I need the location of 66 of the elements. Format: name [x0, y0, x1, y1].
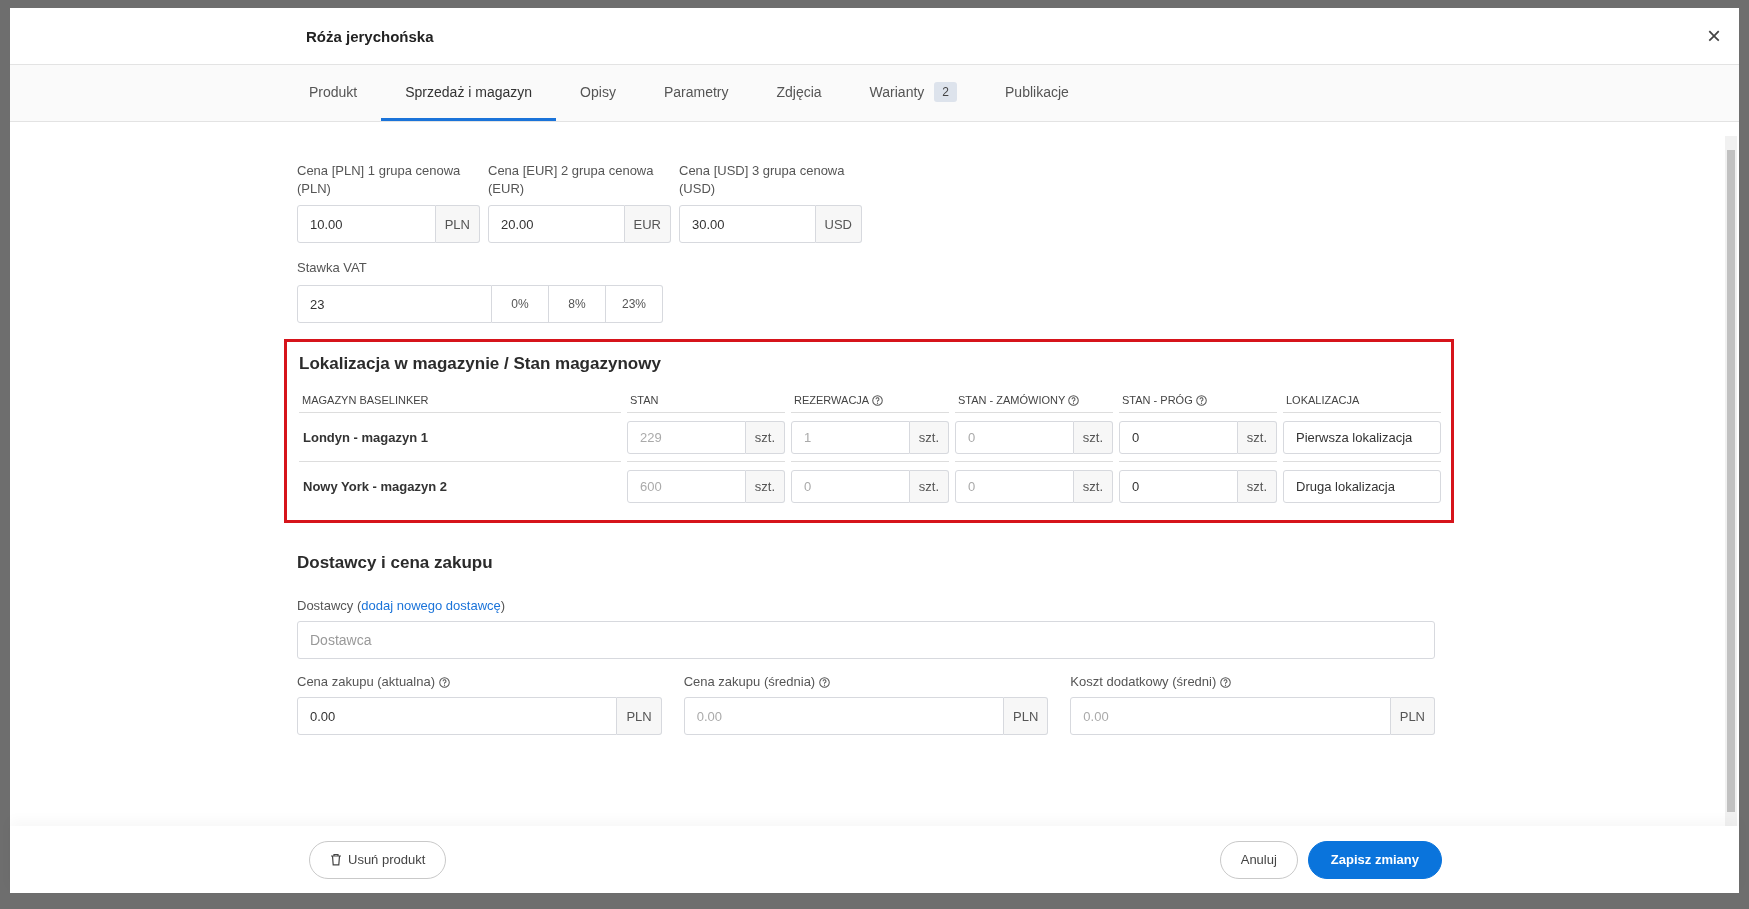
- tab[interactable]: Parametry: [639, 65, 753, 121]
- price-field[interactable]: 20.00: [488, 205, 625, 243]
- column-header: STAN: [630, 394, 659, 406]
- unit-label: szt.: [1073, 420, 1113, 454]
- help-icon[interactable]: [1068, 394, 1080, 406]
- field-label: Cena [USD] 3 grupa cenowa (USD): [679, 162, 846, 198]
- cost-field[interactable]: 0.00: [297, 697, 618, 735]
- field-label: Cena zakupu (aktualna): [297, 673, 436, 691]
- unit-label: szt.: [745, 420, 785, 454]
- column-header: REZERWACJA: [794, 394, 870, 406]
- field-label: Dostawcy (dodaj nowego dostawcę): [297, 597, 507, 615]
- location-field[interactable]: Pierwsza lokalizacja: [1283, 420, 1441, 454]
- vat-option-button[interactable]: 8%: [549, 285, 606, 323]
- section-heading: Dostawcy i cena zakupu: [297, 553, 494, 573]
- vat-field[interactable]: 23: [297, 285, 492, 323]
- unit-label: szt.: [1073, 469, 1113, 503]
- price-field[interactable]: 30.00: [679, 205, 816, 243]
- currency-label: PLN: [1390, 697, 1435, 735]
- field-label: Cena [EUR] 2 grupa cenowa (EUR): [488, 162, 655, 198]
- currency-label: EUR: [624, 205, 671, 243]
- help-icon[interactable]: [1195, 394, 1207, 406]
- count-badge: 2: [934, 81, 957, 102]
- field-label: Cena [PLN] 1 grupa cenowa (PLN): [297, 162, 462, 198]
- column-header: STAN - ZAMÓWIONY: [958, 394, 1066, 406]
- help-icon[interactable]: [439, 676, 451, 688]
- price-field[interactable]: 10.00: [297, 205, 436, 243]
- vat-option-button[interactable]: 23%: [606, 285, 663, 323]
- column-header: LOKALIZACJA: [1286, 394, 1360, 406]
- location-field[interactable]: Druga lokalizacja: [1283, 469, 1441, 503]
- scrollbar[interactable]: [1725, 136, 1737, 826]
- unit-label: szt.: [1237, 469, 1277, 503]
- field-label: Koszt dodatkowy (średni): [1070, 673, 1217, 691]
- unit-label: szt.: [909, 469, 949, 503]
- dialog-title: Róża jerychońska: [306, 27, 435, 45]
- currency-label: USD: [815, 205, 862, 243]
- column-header: MAGAZYN BASELINKER: [302, 394, 429, 406]
- unit-label: szt.: [745, 469, 785, 503]
- scrollbar-thumb[interactable]: [1727, 150, 1735, 812]
- vat-option-button[interactable]: 0%: [492, 285, 549, 323]
- quantity-field[interactable]: 0: [1119, 469, 1238, 503]
- currency-label: PLN: [1004, 697, 1049, 735]
- quantity-field[interactable]: 0: [1119, 420, 1238, 454]
- delete-button[interactable]: Usuń produkt: [309, 840, 447, 879]
- trash-icon: [330, 853, 342, 866]
- column-header: STAN - PRÓG: [1122, 394, 1193, 406]
- add-supplier-link[interactable]: dodaj nowego dostawcę: [361, 598, 501, 613]
- field-label: Stawka VAT: [297, 259, 368, 277]
- currency-label: PLN: [435, 205, 480, 243]
- unit-label: szt.: [909, 420, 949, 454]
- help-icon[interactable]: [872, 394, 884, 406]
- tab[interactable]: Opisy: [556, 65, 640, 121]
- tab[interactable]: Warianty 2: [845, 65, 981, 121]
- warehouse-name: Londyn - magazyn 1: [302, 429, 428, 445]
- close-button[interactable]: ×: [1703, 22, 1725, 50]
- warehouse-name: Nowy York - magazyn 2: [302, 478, 447, 494]
- supplier-field[interactable]: Dostawca: [297, 621, 1435, 659]
- unit-label: szt.: [1237, 420, 1277, 454]
- tab[interactable]: Sprzedaż i magazyn: [381, 65, 557, 121]
- tab[interactable]: Publikacje: [981, 65, 1093, 121]
- field-label: Cena zakupu (średnia): [683, 673, 816, 691]
- currency-label: PLN: [617, 697, 662, 735]
- cancel-button[interactable]: Anuluj: [1219, 840, 1298, 879]
- section-heading: Lokalizacja w magazynie / Stan magazynowy: [299, 354, 662, 374]
- save-button[interactable]: Zapisz zmiany: [1307, 840, 1442, 879]
- tab[interactable]: Zdjęcia: [752, 65, 846, 121]
- tab[interactable]: Produkt: [285, 65, 382, 121]
